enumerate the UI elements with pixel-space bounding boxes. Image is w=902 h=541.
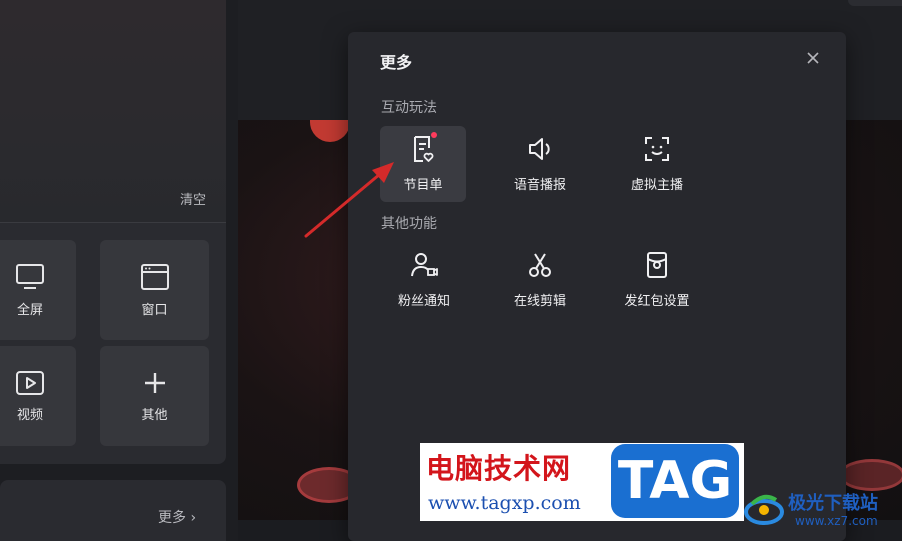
program-list-icon xyxy=(408,132,438,168)
new-badge xyxy=(431,132,437,138)
tile-label: 其他 xyxy=(141,407,168,423)
more-label: 更多 xyxy=(158,510,186,526)
window-icon xyxy=(140,263,170,291)
video-play-icon xyxy=(15,370,45,396)
feature-label: 虚拟主播 xyxy=(630,178,683,193)
chevron-right-icon: › xyxy=(190,510,197,526)
watermark-url: www.tagxp.com xyxy=(428,492,581,514)
feature-label: 发红包设置 xyxy=(624,294,690,309)
tile-label: 窗口 xyxy=(141,302,168,318)
aurora-logo-icon xyxy=(744,494,784,525)
watermark-title: 电脑技术网 xyxy=(426,452,572,485)
face-scan-icon xyxy=(642,134,672,168)
feature-label: 粉丝通知 xyxy=(397,294,450,309)
clear-button[interactable]: 清空 xyxy=(180,189,206,208)
feature-online-editing[interactable]: 在线剪辑 xyxy=(497,242,583,318)
speaker-icon xyxy=(525,134,555,168)
close-icon[interactable] xyxy=(805,50,821,66)
monitor-icon xyxy=(15,263,45,291)
watermark-site-name: 极光下载站 xyxy=(788,493,878,514)
tile-other[interactable]: 其他 xyxy=(100,346,209,446)
tile-window[interactable]: 窗口 xyxy=(100,240,209,340)
plus-icon xyxy=(142,370,168,396)
tile-video[interactable]: 视频 xyxy=(0,346,76,446)
feature-label: 语音播报 xyxy=(513,178,566,193)
feature-voice-broadcast[interactable]: 语音播报 xyxy=(497,126,583,202)
red-packet-icon xyxy=(642,250,672,284)
feature-fan-notification[interactable]: 粉丝通知 xyxy=(381,242,467,318)
preview-decoration-right xyxy=(842,462,902,488)
top-right-control xyxy=(848,0,902,6)
tile-label: 全屏 xyxy=(16,302,43,318)
feature-virtual-host[interactable]: 虚拟主播 xyxy=(614,126,700,202)
tile-label: 视频 xyxy=(16,407,43,423)
user-camera-icon xyxy=(409,250,439,284)
feature-red-packet-settings[interactable]: 发红包设置 xyxy=(614,242,700,318)
section-label-interactive: 互动玩法 xyxy=(381,100,437,116)
feature-label: 在线剪辑 xyxy=(513,294,566,309)
watermark-tag-logo: TAG xyxy=(611,444,739,518)
more-link[interactable]: 更多 › xyxy=(158,507,196,527)
scissors-icon xyxy=(525,250,555,284)
annotation-arrow xyxy=(304,162,394,238)
watermark-site-url: www.xz7.com xyxy=(795,514,878,528)
dialog-title: 更多 xyxy=(380,53,413,72)
tile-fullscreen[interactable]: 全屏 xyxy=(0,240,76,340)
